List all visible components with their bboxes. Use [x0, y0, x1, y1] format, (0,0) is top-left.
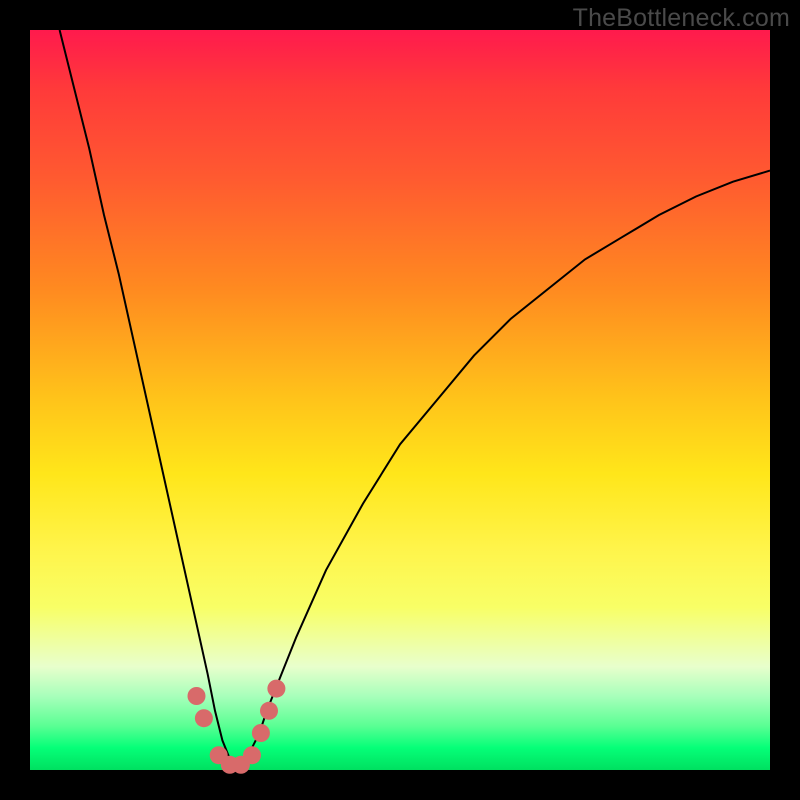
chart-frame: TheBottleneck.com — [0, 0, 800, 800]
curve-marker — [195, 709, 213, 727]
curve-marker — [260, 702, 278, 720]
watermark-text: TheBottleneck.com — [573, 4, 790, 33]
curve-left-branch — [60, 30, 238, 766]
curve-right-branch — [237, 171, 770, 767]
curve-layer — [30, 30, 770, 770]
curve-markers — [188, 680, 286, 774]
plot-area — [30, 30, 770, 770]
curve-marker — [267, 680, 285, 698]
curve-marker — [252, 724, 270, 742]
curve-marker — [188, 687, 206, 705]
curve-marker — [243, 746, 261, 764]
